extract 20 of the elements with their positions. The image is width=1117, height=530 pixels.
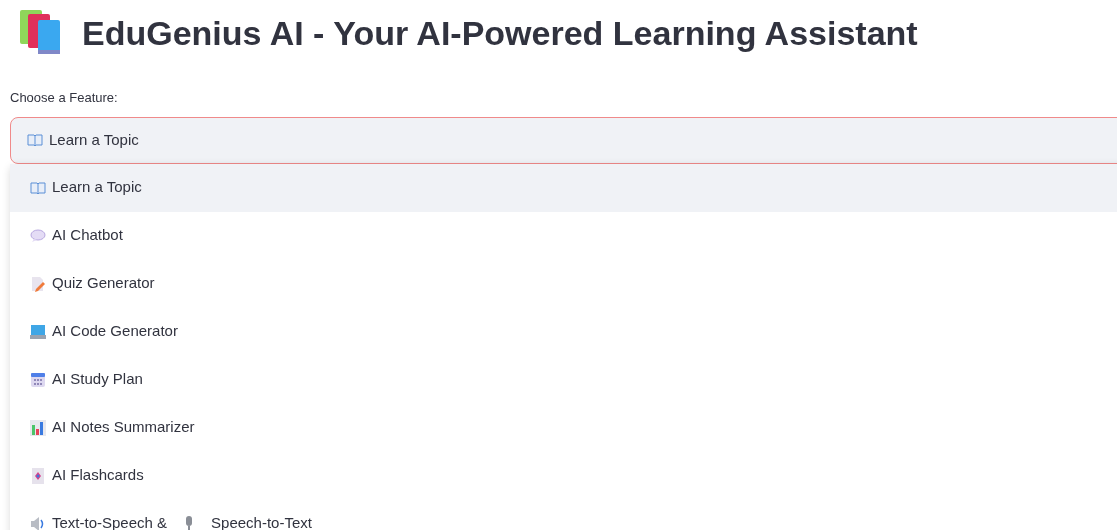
speaker-icon	[30, 515, 46, 530]
bar-chart-icon	[30, 419, 46, 436]
field-label: Choose a Feature:	[10, 89, 118, 107]
page-title: EduGenius AI - Your AI-Powered Learning Assistant	[82, 12, 918, 54]
option-label: AI Notes Summarizer	[52, 417, 195, 438]
open-book-icon	[30, 179, 46, 196]
select-field[interactable]: Learn a Topic	[10, 116, 1117, 164]
laptop-icon	[30, 323, 46, 340]
card-icon	[30, 467, 46, 484]
option-label: AI Code Generator	[52, 321, 178, 342]
open-book-icon	[27, 132, 43, 148]
option-label: Quiz Generator	[52, 273, 155, 294]
option-label: Learn a Topic	[52, 177, 142, 198]
dropdown-option[interactable]: Learn a Topic	[10, 163, 1117, 212]
speech-bubble-icon	[30, 227, 46, 244]
option-label: AI Chatbot	[52, 225, 123, 246]
option-label: AI Study Plan	[52, 369, 143, 390]
option-label: AI Flashcards	[52, 465, 144, 486]
calendar-icon	[30, 371, 46, 388]
memo-pencil-icon	[30, 275, 46, 292]
